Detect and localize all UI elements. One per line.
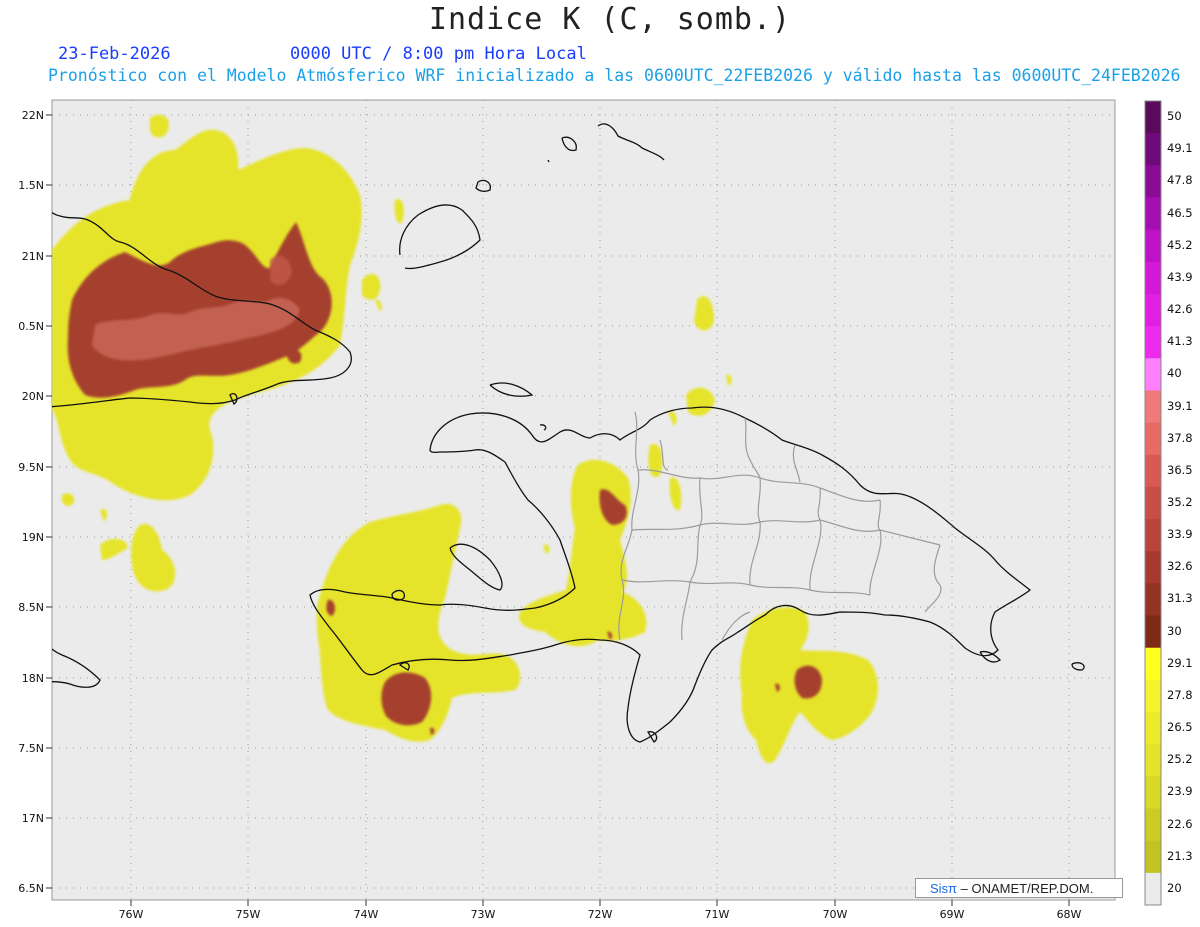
colorbar-label: 45.2 — [1167, 237, 1193, 252]
colorbar-label: 41.3 — [1167, 334, 1193, 349]
colorbar — [1144, 100, 1162, 906]
colorbar-label: 33.9 — [1167, 527, 1193, 542]
colorbar-label: 50 — [1167, 109, 1182, 124]
colorbar-label: 25.2 — [1167, 752, 1193, 767]
colorbar-label: 29.1 — [1167, 655, 1193, 670]
colorbar-swatch — [1145, 808, 1161, 842]
colorbar-swatch — [1145, 776, 1161, 810]
svg-text:18N: 18N — [22, 672, 44, 685]
colorbar-swatch — [1145, 583, 1161, 617]
svg-text:74W: 74W — [354, 908, 379, 921]
svg-text:70W: 70W — [823, 908, 848, 921]
lat-label: 21N — [22, 250, 52, 263]
lon-label: 68W — [1057, 900, 1082, 921]
svg-text:19N: 19N — [22, 531, 44, 544]
svg-text:72W: 72W — [588, 908, 613, 921]
lon-label: 71W — [705, 900, 730, 921]
colorbar-swatch — [1145, 647, 1161, 681]
svg-text:68W: 68W — [1057, 908, 1082, 921]
svg-text:7.5N: 7.5N — [18, 742, 44, 755]
colorbar-label: 47.8 — [1167, 173, 1193, 188]
colorbar-label: 46.5 — [1167, 205, 1193, 220]
colorbar-swatch — [1145, 390, 1161, 424]
colorbar-swatch — [1145, 486, 1161, 520]
svg-text:75W: 75W — [236, 908, 261, 921]
lat-label: 6.5N — [18, 882, 52, 895]
svg-text:76W: 76W — [119, 908, 144, 921]
latitude-labels: 22N 1.5N 21N 0.5N 20N 9.5N 19N 8.5N 18N … — [18, 109, 52, 895]
lat-label: 0.5N — [18, 320, 52, 333]
lat-label: 7.5N — [18, 742, 52, 755]
lat-label: 8.5N — [18, 601, 52, 614]
lat-label: 9.5N — [18, 461, 52, 474]
colorbar-label: 20 — [1167, 880, 1182, 895]
colorbar-swatch — [1145, 454, 1161, 488]
colorbar-label: 39.1 — [1167, 398, 1193, 413]
lon-label: 76W — [119, 900, 144, 921]
colorbar-label: 30 — [1167, 623, 1182, 638]
colorbar-label: 21.3 — [1167, 848, 1193, 863]
colorbar-label: 26.5 — [1167, 720, 1193, 735]
svg-text:0.5N: 0.5N — [18, 320, 44, 333]
lat-label: 19N — [22, 531, 52, 544]
colorbar-label: 43.9 — [1167, 269, 1193, 284]
colorbar-label: 40 — [1167, 366, 1182, 381]
lat-label: 22N — [22, 109, 52, 122]
svg-text:20N: 20N — [22, 390, 44, 403]
longitude-labels: 76W 75W 74W 73W 72W 71W 70W 69W 68W — [119, 900, 1082, 921]
lon-label: 70W — [823, 900, 848, 921]
colorbar-swatch — [1145, 133, 1161, 166]
colorbar-swatch — [1145, 101, 1161, 134]
svg-text:21N: 21N — [22, 250, 44, 263]
colorbar-swatch — [1145, 551, 1161, 584]
lon-label: 69W — [940, 900, 965, 921]
colorbar-label: 42.6 — [1167, 302, 1193, 317]
svg-text:1.5N: 1.5N — [18, 179, 44, 192]
colorbar-swatch — [1145, 712, 1161, 745]
colorbar-label: 32.6 — [1167, 559, 1193, 574]
colorbar-label: 36.5 — [1167, 462, 1193, 477]
colorbar-swatch — [1145, 326, 1161, 359]
colorbar-label: 27.8 — [1167, 687, 1193, 702]
colorbar-swatch — [1145, 358, 1161, 391]
lat-label: 18N — [22, 672, 52, 685]
lon-label: 72W — [588, 900, 613, 921]
colorbar-label: 22.6 — [1167, 816, 1193, 831]
svg-text:71W: 71W — [705, 908, 730, 921]
lat-label: 1.5N — [18, 179, 52, 192]
colorbar-swatch — [1145, 615, 1161, 649]
credit-text: – ONAMET/REP.DOM. — [957, 881, 1094, 896]
colorbar-swatch — [1145, 293, 1161, 327]
svg-text:73W: 73W — [471, 908, 496, 921]
svg-text:6.5N: 6.5N — [18, 882, 44, 895]
svg-text:9.5N: 9.5N — [18, 461, 44, 474]
colorbar-swatch — [1145, 840, 1161, 874]
colorbar-label: 49.1 — [1167, 141, 1193, 156]
lon-label: 74W — [354, 900, 379, 921]
lat-label: 17N — [22, 812, 52, 825]
colorbar-swatch — [1145, 422, 1161, 456]
colorbar-swatch — [1145, 197, 1161, 231]
colorbar-label: 35.2 — [1167, 495, 1193, 509]
colorbar-swatch — [1145, 872, 1161, 906]
colorbar-label: 31.3 — [1167, 591, 1193, 606]
svg-text:69W: 69W — [940, 908, 965, 921]
colorbar-swatch — [1145, 519, 1161, 552]
lon-label: 73W — [471, 900, 496, 921]
lon-label: 75W — [236, 900, 261, 921]
colorbar-label: 23.9 — [1167, 784, 1193, 799]
svg-text:22N: 22N — [22, 109, 44, 122]
colorbar-label: 37.8 — [1167, 430, 1193, 445]
colorbar-swatch — [1145, 744, 1161, 777]
forecast-map: 22N 1.5N 21N 0.5N 20N 9.5N 19N 8.5N 18N … — [18, 99, 1162, 921]
colorbar-swatch — [1145, 229, 1161, 263]
lat-label: 20N — [22, 390, 52, 403]
svg-text:17N: 17N — [22, 812, 44, 825]
credit-brand: Sisπ — [930, 881, 958, 896]
svg-text:8.5N: 8.5N — [18, 601, 44, 614]
colorbar-swatch — [1145, 679, 1161, 713]
colorbar-swatch — [1145, 165, 1161, 198]
credit-box: Sisπ – ONAMET/REP.DOM. — [915, 878, 1123, 898]
colorbar-swatch — [1145, 261, 1161, 295]
